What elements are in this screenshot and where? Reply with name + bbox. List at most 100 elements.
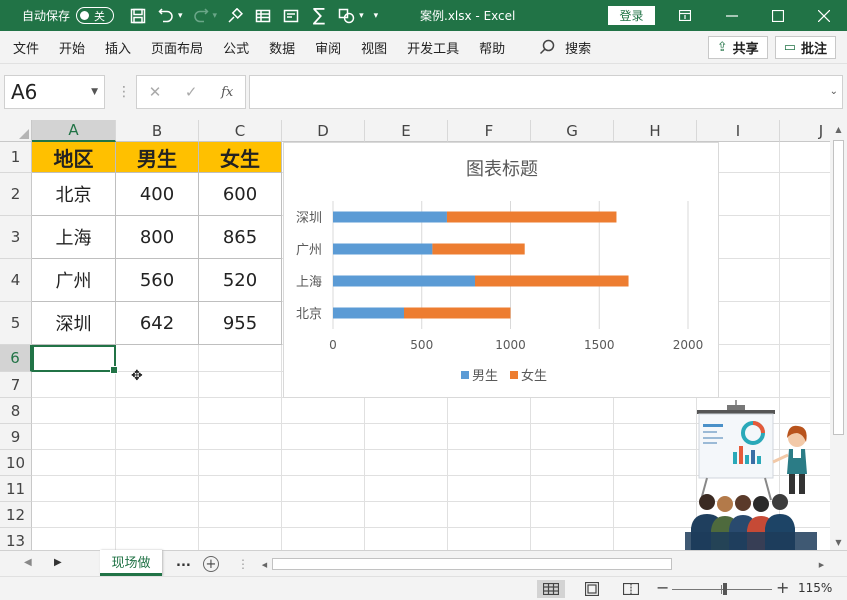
cell-empty[interactable] (199, 502, 282, 528)
name-box-dropdown-icon[interactable]: ▼ (91, 87, 98, 97)
cell-a5[interactable]: 深圳 (32, 302, 116, 345)
cell-empty[interactable] (282, 424, 365, 450)
horizontal-scroll-thumb[interactable] (272, 558, 672, 570)
tab-page-layout[interactable]: 页面布局 (141, 38, 213, 57)
cell-empty[interactable] (116, 424, 199, 450)
row-header-1[interactable]: 1 (0, 142, 32, 173)
cell-empty[interactable] (116, 345, 199, 372)
cell-empty[interactable] (199, 450, 282, 476)
tab-developer[interactable]: 开发工具 (397, 38, 469, 57)
vertical-scroll-thumb[interactable] (833, 140, 844, 435)
column-header-j[interactable]: J (780, 120, 830, 142)
cell-c4[interactable]: 520 (199, 259, 282, 302)
row-header-12[interactable]: 12 (0, 502, 32, 528)
cell-empty[interactable] (32, 372, 116, 398)
normal-view-icon[interactable] (537, 580, 565, 598)
tab-file[interactable]: 文件 (3, 38, 49, 57)
row-header-4[interactable]: 4 (0, 259, 32, 302)
cell-a1[interactable]: 地区 (32, 142, 116, 173)
row-header-9[interactable]: 9 (0, 424, 32, 450)
cell-empty[interactable] (365, 502, 448, 528)
expand-formula-bar-icon[interactable]: ⌄ (830, 86, 838, 97)
column-header-g[interactable]: G (531, 120, 614, 142)
cell-b1[interactable]: 男生 (116, 142, 199, 173)
cell-empty[interactable] (365, 528, 448, 550)
undo-dropdown-icon[interactable]: ▾ (178, 11, 183, 21)
cell-empty[interactable] (531, 528, 614, 550)
cell-b2[interactable]: 400 (116, 173, 199, 216)
page-break-view-icon[interactable] (617, 580, 645, 598)
row-header-5[interactable]: 5 (0, 302, 32, 345)
close-icon[interactable] (801, 0, 847, 31)
cell-c5[interactable]: 955 (199, 302, 282, 345)
cell-a3[interactable]: 上海 (32, 216, 116, 259)
row-header-7[interactable]: 7 (0, 372, 32, 398)
cell-empty[interactable] (531, 398, 614, 424)
scroll-left-icon[interactable]: ◀ (256, 556, 273, 573)
row-header-10[interactable]: 10 (0, 450, 32, 476)
scroll-up-icon[interactable]: ▲ (830, 121, 847, 138)
cell-empty[interactable] (116, 450, 199, 476)
redo-dropdown-icon[interactable]: ▾ (213, 11, 218, 21)
format-painter-icon[interactable] (223, 4, 247, 28)
zoom-slider-thumb[interactable] (723, 583, 727, 595)
cell-empty[interactable] (116, 502, 199, 528)
cell-empty[interactable] (116, 372, 199, 398)
scroll-down-icon[interactable]: ▼ (830, 534, 847, 551)
cell-empty[interactable] (365, 450, 448, 476)
cell-c1[interactable]: 女生 (199, 142, 282, 173)
sheet-tab-active[interactable]: 现场做 (100, 550, 162, 576)
cell-b5[interactable]: 642 (116, 302, 199, 345)
column-header-a[interactable]: A (32, 120, 116, 142)
cell-empty[interactable] (199, 372, 282, 398)
row-header-8[interactable]: 8 (0, 398, 32, 424)
column-header-e[interactable]: E (365, 120, 448, 142)
cell-a4[interactable]: 广州 (32, 259, 116, 302)
select-all-button[interactable] (0, 120, 32, 142)
bar-chart[interactable]: 图表标题 0 500 1000 1500 2000 北京 上海 广州 深圳 男生 女生 (283, 142, 719, 398)
column-header-f[interactable]: F (448, 120, 531, 142)
cell-empty[interactable] (32, 476, 116, 502)
cell-empty[interactable] (32, 528, 116, 550)
share-button[interactable]: ⇪ 共享 (707, 36, 768, 59)
cell-empty[interactable] (282, 398, 365, 424)
name-box[interactable]: A6 ▼ (4, 75, 105, 109)
active-cell-a6[interactable] (32, 345, 118, 374)
tab-home[interactable]: 开始 (49, 38, 95, 57)
column-header-i[interactable]: I (697, 120, 780, 142)
cell-empty[interactable] (282, 528, 365, 550)
cell-b3[interactable]: 800 (116, 216, 199, 259)
more-sheets-button[interactable]: ... (176, 555, 191, 570)
cell-empty[interactable] (531, 502, 614, 528)
cell-empty[interactable] (448, 528, 531, 550)
cell-empty[interactable] (365, 398, 448, 424)
autosave-toggle[interactable]: 关 (76, 7, 115, 24)
cell-empty[interactable] (32, 502, 116, 528)
row-header-3[interactable]: 3 (0, 216, 32, 259)
cell-b4[interactable]: 560 (116, 259, 199, 302)
tab-view[interactable]: 视图 (351, 38, 397, 57)
login-button[interactable]: 登录 (608, 6, 655, 25)
cell-empty[interactable] (780, 302, 830, 345)
cell-a2[interactable]: 北京 (32, 173, 116, 216)
horizontal-scrollbar[interactable]: ◀ ▶ (256, 556, 830, 572)
row-header-6[interactable]: 6 (0, 345, 32, 372)
row-header-2[interactable]: 2 (0, 173, 32, 216)
tab-formulas[interactable]: 公式 (213, 38, 259, 57)
edit-sheet-icon[interactable] (279, 4, 303, 28)
cell-empty[interactable] (282, 502, 365, 528)
zoom-out-icon[interactable]: − (656, 578, 669, 597)
cell-empty[interactable] (199, 424, 282, 450)
tab-help[interactable]: 帮助 (469, 38, 515, 57)
cell-empty[interactable] (116, 476, 199, 502)
formula-input[interactable]: ⌄ (249, 75, 843, 109)
autosum-icon[interactable]: ∑ (307, 4, 331, 28)
cell-empty[interactable] (199, 476, 282, 502)
tab-insert[interactable]: 插入 (95, 38, 141, 57)
column-header-h[interactable]: H (614, 120, 697, 142)
shapes-dropdown-icon[interactable]: ▾ (359, 11, 364, 21)
cell-empty[interactable] (780, 216, 830, 259)
cancel-icon[interactable]: ✕ (149, 83, 162, 101)
tab-splitter-icon[interactable]: ⋮ (237, 557, 249, 571)
ribbon-display-icon[interactable] (662, 0, 708, 31)
